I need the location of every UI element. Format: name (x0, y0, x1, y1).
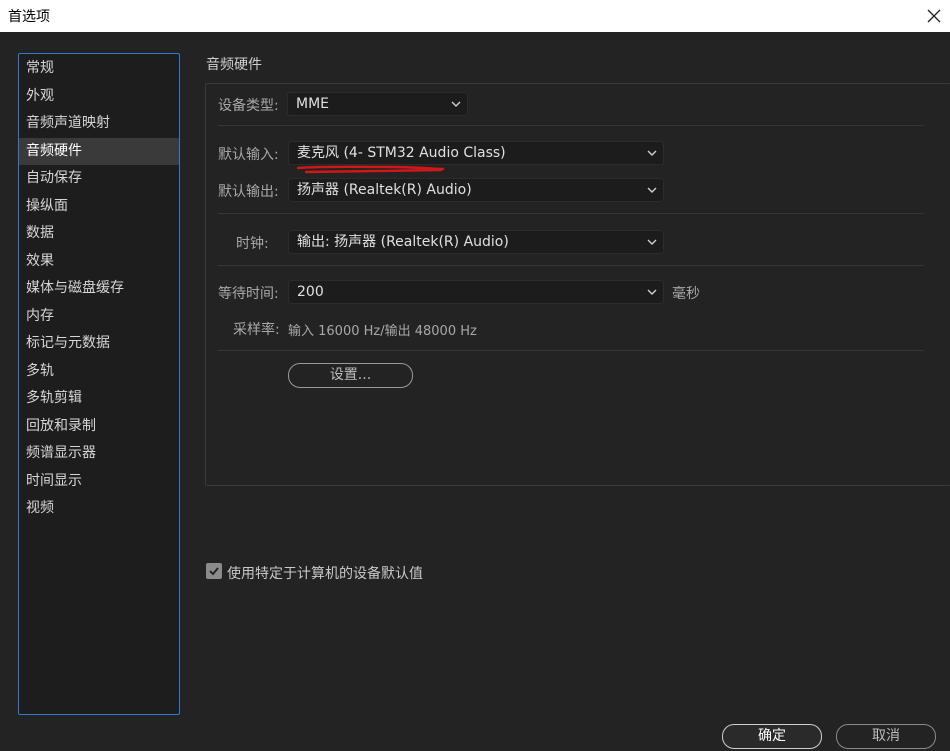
sidebar-item-control-surface[interactable]: 操纵面 (19, 193, 179, 221)
sidebar-item-multitrack-clips[interactable]: 多轨剪辑 (19, 385, 179, 413)
default-output-dropdown[interactable]: 扬声器 (Realtek(R) Audio) (288, 178, 664, 202)
clock-label: 时钟: (236, 236, 269, 252)
sidebar-item-data[interactable]: 数据 (19, 220, 179, 248)
title-bar: 首选项 (0, 0, 950, 32)
window-title: 首选项 (8, 9, 50, 25)
default-output-label: 默认输出: (218, 184, 279, 200)
clock-dropdown[interactable]: 输出: 扬声器 (Realtek(R) Audio) (288, 230, 664, 254)
latency-label: 等待时间: (218, 286, 279, 302)
latency-unit: 毫秒 (672, 286, 700, 302)
latency-dropdown[interactable]: 200 (288, 280, 664, 304)
sidebar-item-effects[interactable]: 效果 (19, 248, 179, 276)
sidebar-item-audio-channel-mapping[interactable]: 音频声道映射 (19, 110, 179, 138)
default-input-value: 麦克风 (4- STM32 Audio Class) (297, 145, 506, 161)
sample-rate-label: 采样率: (233, 322, 280, 338)
red-underline-annotation (296, 165, 445, 174)
sidebar-item-multitrack[interactable]: 多轨 (19, 358, 179, 386)
chevron-down-icon (647, 289, 657, 295)
preferences-sidebar: 常规 外观 音频声道映射 音频硬件 自动保存 操纵面 数据 效果 媒体与磁盘缓存… (18, 53, 180, 715)
device-type-dropdown[interactable]: MME (287, 92, 468, 116)
sidebar-item-auto-save[interactable]: 自动保存 (19, 165, 179, 193)
checkmark-icon (209, 567, 219, 576)
sidebar-item-memory[interactable]: 内存 (19, 303, 179, 331)
divider (218, 350, 924, 351)
default-output-value: 扬声器 (Realtek(R) Audio) (297, 182, 472, 198)
ok-button[interactable]: 确定 (722, 724, 822, 749)
device-type-value: MME (296, 96, 330, 112)
sidebar-item-playback-recording[interactable]: 回放和录制 (19, 413, 179, 441)
sidebar-item-time-display[interactable]: 时间显示 (19, 468, 179, 496)
chevron-down-icon (451, 101, 461, 107)
divider (218, 213, 924, 214)
sidebar-item-general[interactable]: 常规 (19, 55, 179, 83)
section-title: 音频硬件 (206, 57, 262, 73)
chevron-down-icon (647, 239, 657, 245)
close-icon (927, 9, 941, 23)
settings-button[interactable]: 设置... (288, 363, 413, 388)
clock-value: 输出: 扬声器 (Realtek(R) Audio) (297, 234, 509, 250)
device-defaults-checkbox[interactable] (206, 563, 222, 579)
divider (218, 265, 924, 266)
sidebar-item-audio-hardware[interactable]: 音频硬件 (19, 137, 179, 165)
chevron-down-icon (647, 150, 657, 156)
sidebar-item-video[interactable]: 视频 (19, 495, 179, 523)
default-input-dropdown[interactable]: 麦克风 (4- STM32 Audio Class) (288, 141, 664, 165)
default-input-label: 默认输入: (218, 147, 279, 163)
sidebar-item-markers-metadata[interactable]: 标记与元数据 (19, 330, 179, 358)
latency-value: 200 (297, 284, 324, 300)
sidebar-item-appearance[interactable]: 外观 (19, 83, 179, 111)
divider (218, 125, 924, 126)
chevron-down-icon (647, 187, 657, 193)
sidebar-item-spectral-displays[interactable]: 频谱显示器 (19, 440, 179, 468)
device-type-label: 设备类型: (218, 98, 279, 114)
cancel-button[interactable]: 取消 (836, 724, 936, 749)
sidebar-item-media-disk-cache[interactable]: 媒体与磁盘缓存 (19, 275, 179, 303)
close-button[interactable] (918, 0, 950, 32)
device-defaults-label: 使用特定于计算机的设备默认值 (227, 566, 423, 582)
sample-rate-value: 输入 16000 Hz/输出 48000 Hz (288, 324, 477, 339)
